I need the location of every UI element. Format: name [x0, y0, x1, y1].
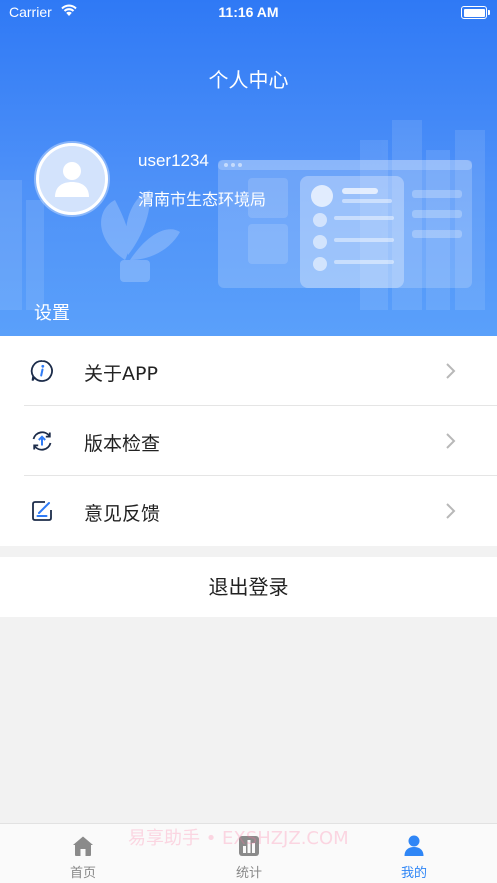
organization-name: 渭南市生态环境局	[138, 190, 267, 209]
info-icon	[30, 359, 54, 383]
bar-chart-icon	[237, 835, 261, 857]
menu-item-about-app[interactable]: 关于APP	[0, 336, 497, 406]
feedback-edit-icon	[30, 499, 54, 523]
settings-menu: 关于APP 版本检查 意见反馈	[0, 336, 497, 546]
logout-button[interactable]: 退出登录	[0, 557, 497, 617]
status-time: 11:16 AM	[218, 4, 279, 20]
avatar[interactable]	[36, 143, 108, 215]
tab-label: 统计	[235, 866, 262, 881]
menu-item-label: 意见反馈	[84, 503, 161, 525]
tab-label: 我的	[400, 866, 427, 881]
settings-section-title: 设置	[34, 303, 70, 324]
default-avatar-icon	[39, 146, 105, 212]
tab-bar: 首页 统计 我的	[0, 823, 497, 883]
username: user1234	[138, 151, 209, 170]
tab-label: 首页	[69, 866, 96, 881]
home-icon	[71, 835, 95, 857]
profile-header: Carrier 11:16 AM 个人中心 user1234 渭南市生态环境局 …	[0, 0, 497, 336]
menu-item-label: 版本检查	[84, 433, 161, 455]
chevron-right-icon	[445, 432, 457, 450]
refresh-upload-icon	[30, 429, 54, 453]
tab-statistics[interactable]: 统计	[199, 824, 299, 883]
user-icon	[402, 835, 426, 857]
menu-item-feedback[interactable]: 意见反馈	[0, 476, 497, 546]
tab-mine[interactable]: 我的	[364, 824, 464, 883]
battery-icon	[461, 6, 490, 19]
status-bar: Carrier 11:16 AM	[0, 0, 497, 26]
menu-item-label: 关于APP	[84, 363, 158, 385]
tab-home[interactable]: 首页	[33, 824, 133, 883]
menu-item-version-check[interactable]: 版本检查	[0, 406, 497, 476]
chevron-right-icon	[445, 362, 457, 380]
chevron-right-icon	[445, 502, 457, 520]
page-title: 个人中心	[208, 68, 289, 92]
